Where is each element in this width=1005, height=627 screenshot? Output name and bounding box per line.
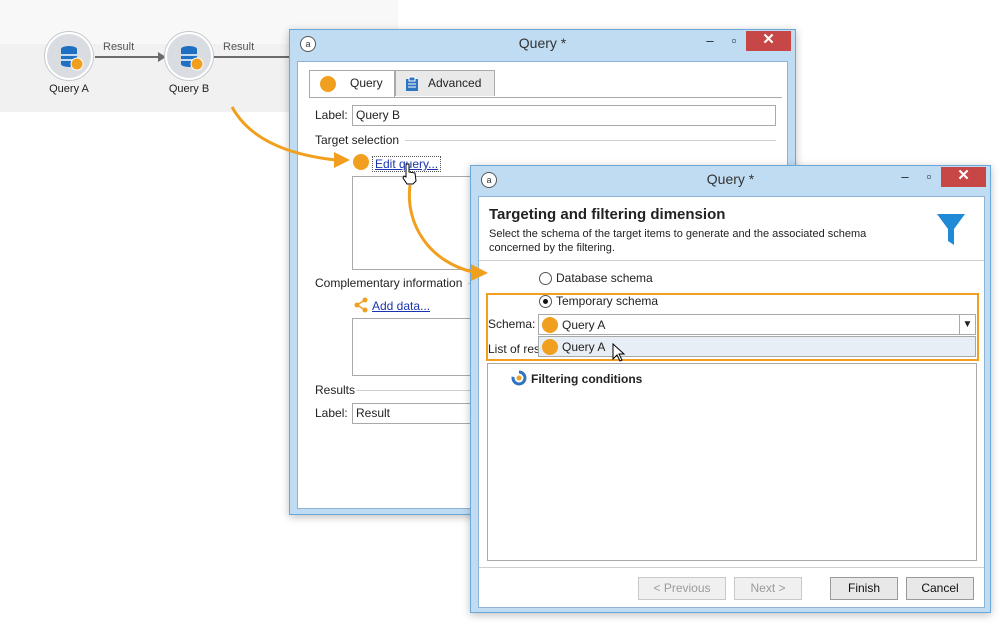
funnel-icon [937, 214, 965, 245]
database-icon [181, 46, 204, 71]
close-button[interactable]: ✕ [746, 31, 791, 51]
workflow-node-query-b[interactable] [165, 32, 213, 80]
label-input[interactable]: Query B [352, 105, 776, 126]
minimize-button[interactable]: – [892, 168, 918, 188]
previous-button[interactable]: < Previous [638, 577, 726, 600]
results-heading: Results [315, 383, 356, 397]
minimize-button[interactable]: – [697, 32, 723, 52]
complementary-info-heading: Complementary information [315, 276, 463, 290]
temporary-schema-radio[interactable] [539, 295, 552, 308]
database-icon [61, 46, 84, 71]
targeting-window: a Query * – ▫ ✕ Targeting and filtering … [470, 165, 991, 613]
dialog-heading: Targeting and filtering dimension [489, 206, 726, 223]
query-window-titlebar[interactable]: a Query * – ▫ ✕ [290, 30, 795, 58]
tab-divider [309, 97, 782, 98]
dialog-description-line2: concerned by the filtering. [489, 242, 615, 254]
schema-dropdown-option[interactable]: Query A [538, 336, 976, 357]
query-icon [542, 317, 558, 333]
tab-label: Advanced [428, 76, 482, 90]
workflow-node-query-a[interactable] [45, 32, 93, 80]
cancel-button[interactable]: Cancel [906, 577, 974, 600]
schema-select-value: Query A [562, 318, 606, 332]
header-divider [479, 260, 984, 261]
filtering-conditions-label: Filtering conditions [531, 372, 643, 386]
database-schema-radio[interactable] [539, 272, 552, 285]
finish-button[interactable]: Finish [830, 577, 898, 600]
filter-conditions-icon [511, 370, 527, 386]
footer-divider [479, 567, 984, 568]
target-selection-heading: Target selection [315, 133, 400, 147]
targeting-window-titlebar[interactable]: a Query * – ▫ ✕ [471, 166, 990, 194]
workflow-node-label: Query A [49, 83, 89, 95]
query-icon [353, 154, 369, 170]
share-icon [354, 297, 368, 313]
tab-label: Query [350, 76, 383, 90]
next-button[interactable]: Next > [734, 577, 802, 600]
transition-label: Result [103, 41, 135, 53]
database-schema-label: Database schema [556, 271, 653, 285]
targeting-window-body: Targeting and filtering dimension Select… [478, 196, 985, 608]
query-icon [320, 76, 336, 92]
result-label-caption: Label: [315, 406, 348, 420]
add-data-link[interactable]: Add data... [372, 299, 430, 313]
query-icon [542, 339, 558, 355]
schema-select[interactable]: Query A ▼ [538, 314, 976, 335]
chevron-down-icon[interactable]: ▼ [959, 315, 975, 334]
dialog-description-line1: Select the schema of the target items to… [489, 228, 867, 240]
transition-label: Result [223, 41, 255, 53]
temporary-schema-label: Temporary schema [556, 294, 659, 308]
workflow-node-label: Query B [168, 83, 210, 95]
tab-advanced[interactable]: Advanced [395, 70, 495, 96]
dropdown-option-label: Query A [562, 340, 606, 354]
filtering-conditions-panel[interactable]: Filtering conditions [487, 363, 977, 561]
list-results-caption: List of res [488, 342, 538, 356]
tab-query[interactable]: Query [309, 70, 395, 97]
arrow-cursor-icon [612, 343, 626, 362]
close-button[interactable]: ✕ [941, 167, 986, 187]
maximize-button[interactable]: ▫ [916, 168, 942, 188]
label-caption: Label: [315, 108, 348, 122]
hand-cursor-icon [402, 163, 417, 185]
schema-caption: Schema: [488, 317, 536, 331]
maximize-button[interactable]: ▫ [721, 32, 747, 52]
group-divider [405, 140, 776, 141]
clipboard-icon [406, 76, 418, 91]
